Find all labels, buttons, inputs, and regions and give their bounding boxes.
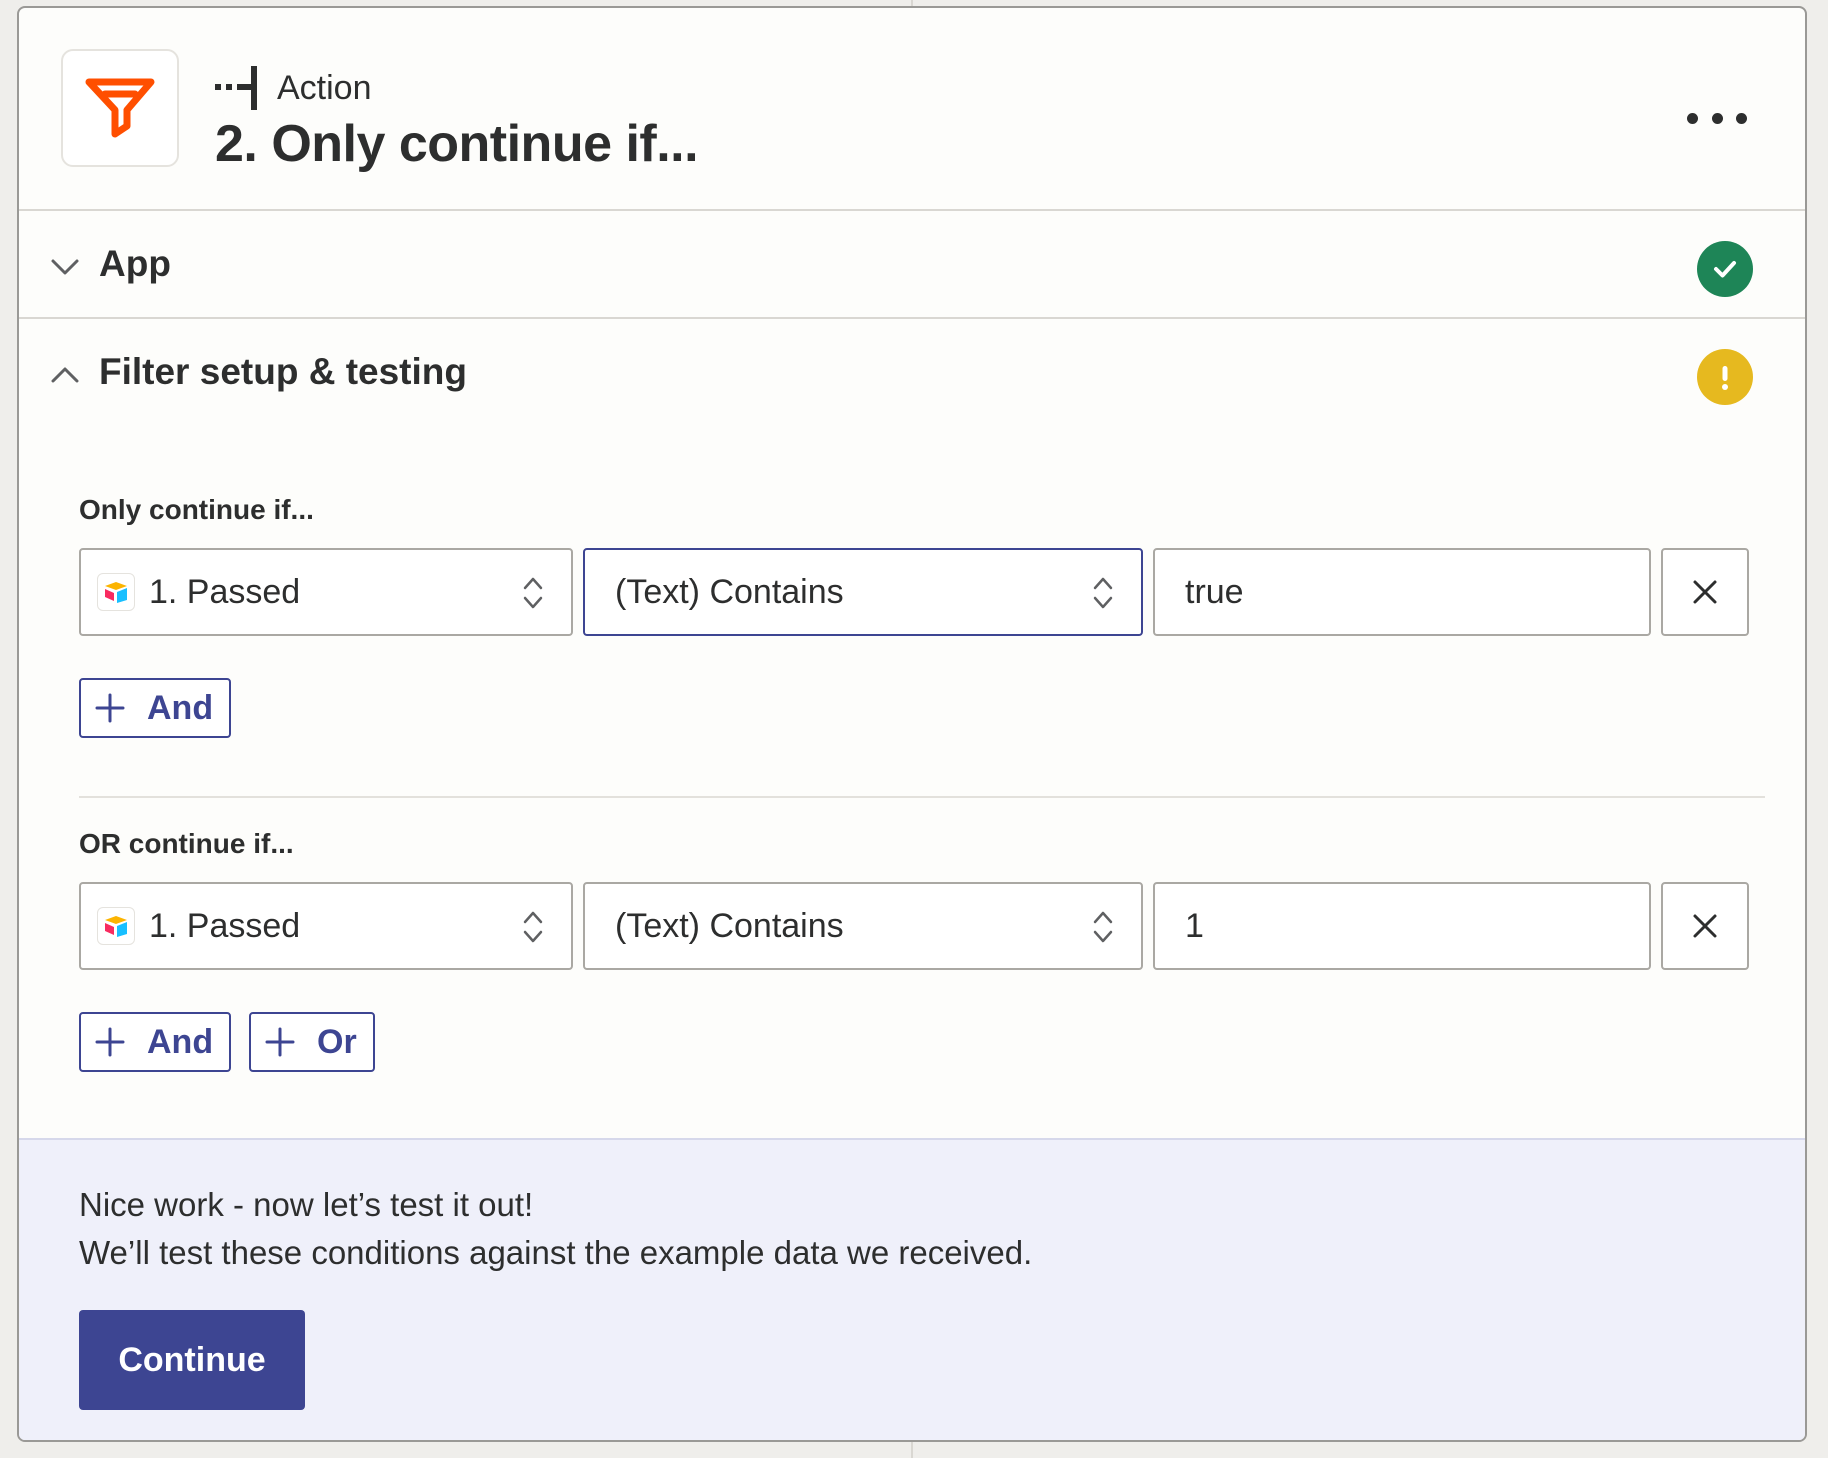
group-1-label: Only continue if...	[79, 494, 314, 525]
app-section-toggle[interactable]: App	[19, 213, 1805, 319]
value-input-text: 1	[1185, 906, 1204, 945]
condition-select-value: (Text) Contains	[615, 572, 844, 611]
add-and-button[interactable]: And	[79, 678, 232, 738]
warning-icon	[1697, 349, 1753, 405]
select-arrows-icon	[523, 577, 543, 609]
more-dots-icon	[1687, 112, 1698, 124]
filter-app-icon	[61, 49, 179, 167]
field-select-value: 1. Passed	[149, 572, 301, 611]
test-prompt-footer: Nice work - now let’s test it out! We’ll…	[19, 1138, 1805, 1440]
more-options-button[interactable]	[1687, 100, 1747, 136]
close-icon	[1693, 914, 1717, 938]
step-editor-panel: Action 2. Only continue if... App Filter…	[17, 6, 1807, 1442]
continue-label: Continue	[118, 1340, 266, 1379]
airtable-icon	[97, 907, 135, 945]
field-select-value: 1. Passed	[149, 906, 301, 945]
remove-rule-button[interactable]	[1661, 882, 1749, 970]
field-select[interactable]: 1. Passed	[79, 882, 573, 970]
step-title: 2. Only continue if...	[215, 115, 699, 173]
step-type-label: Action	[277, 68, 372, 107]
plus-icon	[265, 1027, 295, 1057]
chevron-down-icon	[51, 259, 79, 275]
path-step-icon	[215, 66, 257, 110]
airtable-icon	[97, 573, 135, 611]
close-icon	[1693, 580, 1717, 604]
test-heading: Nice work - now let’s test it out!	[79, 1186, 534, 1223]
add-and-button[interactable]: And	[79, 1012, 232, 1072]
filter-section-label: Filter setup & testing	[99, 351, 467, 392]
field-select[interactable]: 1. Passed	[79, 548, 573, 636]
complete-check-icon	[1697, 241, 1753, 297]
more-dot	[1736, 112, 1747, 124]
group-2-label: OR continue if...	[79, 828, 294, 859]
value-input[interactable]: true	[1153, 548, 1651, 636]
add-or-label: Or	[317, 1022, 357, 1061]
select-arrows-icon	[1093, 577, 1113, 609]
plus-icon	[95, 1027, 125, 1057]
add-and-label: And	[147, 688, 214, 727]
app-section-label: App	[99, 243, 171, 284]
chevron-up-icon	[51, 367, 79, 383]
select-arrows-icon	[1093, 911, 1113, 943]
continue-button[interactable]: Continue	[79, 1310, 305, 1410]
condition-select-value: (Text) Contains	[615, 906, 844, 945]
more-dot	[1711, 112, 1723, 124]
condition-select[interactable]: (Text) Contains	[583, 882, 1143, 970]
plus-icon	[95, 693, 125, 723]
condition-select[interactable]: (Text) Contains	[583, 548, 1143, 636]
add-and-label: And	[147, 1022, 214, 1061]
value-input-text: true	[1185, 572, 1244, 611]
group-divider	[79, 796, 1765, 798]
step-header: Action 2. Only continue if...	[19, 8, 1805, 211]
filter-section-toggle[interactable]: Filter setup & testing	[19, 321, 1805, 427]
test-description: We’ll test these conditions against the …	[79, 1234, 1033, 1271]
remove-rule-button[interactable]	[1661, 548, 1749, 636]
select-arrows-icon	[523, 911, 543, 943]
step-type: Action	[215, 66, 372, 110]
value-input[interactable]: 1	[1153, 882, 1651, 970]
add-or-button[interactable]: Or	[249, 1012, 375, 1072]
